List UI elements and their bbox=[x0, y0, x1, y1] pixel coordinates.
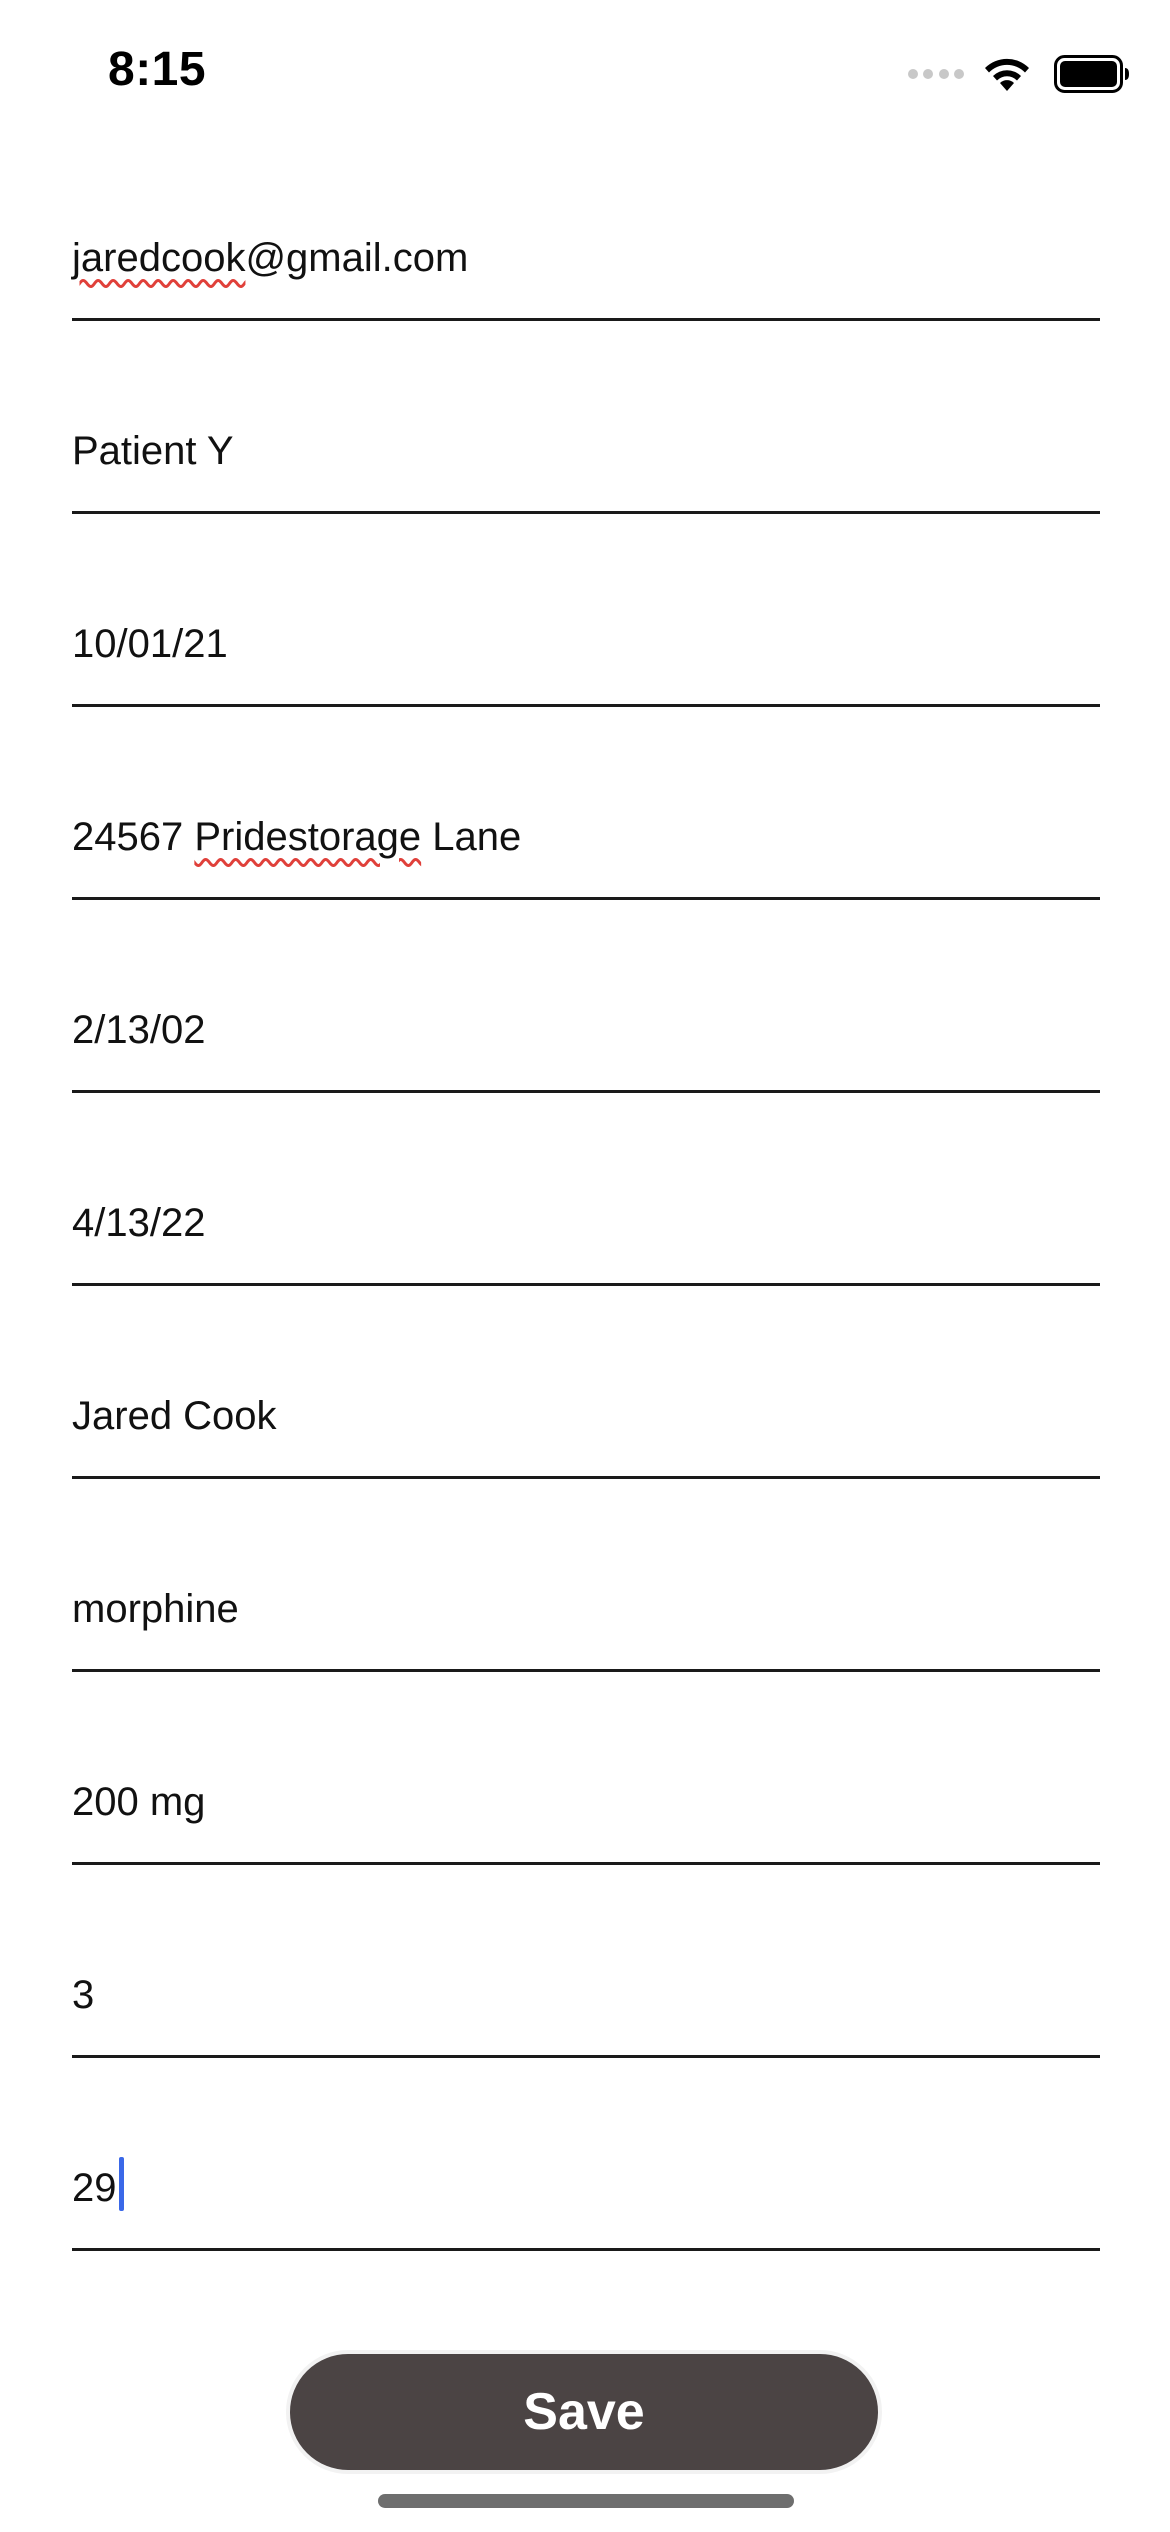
email-rest-part: @gmail.com bbox=[245, 236, 469, 280]
battery-icon bbox=[1054, 55, 1130, 93]
address-misspelled-part: Pridestorage bbox=[194, 815, 422, 859]
date-field-1[interactable]: 10/01/21 bbox=[72, 604, 1100, 707]
number-field-value: 29 bbox=[72, 2157, 124, 2212]
email-field[interactable]: jaredcook@gmail.com bbox=[72, 218, 1100, 321]
email-field-value: jaredcook@gmail.com bbox=[72, 234, 468, 282]
address-suffix-part: Lane bbox=[421, 815, 522, 859]
date-field-1-value: 10/01/21 bbox=[72, 622, 228, 666]
medication-field-value: morphine bbox=[72, 1587, 239, 1631]
home-indicator[interactable] bbox=[378, 2494, 794, 2508]
patient-field[interactable]: Patient Y bbox=[72, 411, 1100, 514]
wifi-icon bbox=[982, 55, 1032, 93]
count-field-value: 3 bbox=[72, 1973, 95, 2017]
number-field-text: 29 bbox=[72, 2166, 117, 2210]
text-cursor bbox=[118, 2157, 124, 2211]
date-field-2[interactable]: 2/13/02 bbox=[72, 990, 1100, 1093]
status-icons bbox=[908, 54, 1130, 94]
cellular-signal-icon bbox=[908, 66, 964, 82]
dosage-field[interactable]: 200 mg bbox=[72, 1762, 1100, 1865]
name-field-value: Jared Cook bbox=[72, 1394, 277, 1438]
address-field[interactable]: 24567 Pridestorage Lane bbox=[72, 797, 1100, 900]
save-button[interactable]: Save bbox=[286, 2350, 882, 2474]
address-number-part: 24567 bbox=[72, 815, 195, 859]
count-field[interactable]: 3 bbox=[72, 1955, 1100, 2058]
dosage-field-value: 200 mg bbox=[72, 1780, 206, 1824]
email-misspelled-part: jaredcook bbox=[72, 236, 246, 280]
date-field-3[interactable]: 4/13/22 bbox=[72, 1183, 1100, 1286]
number-field[interactable]: 29 bbox=[72, 2148, 1100, 2251]
patient-field-value: Patient Y bbox=[72, 429, 234, 473]
date-field-2-value: 2/13/02 bbox=[72, 1008, 206, 1052]
status-time: 8:15 bbox=[108, 43, 207, 96]
date-field-3-value: 4/13/22 bbox=[72, 1201, 206, 1245]
name-field[interactable]: Jared Cook bbox=[72, 1376, 1100, 1479]
medication-field[interactable]: morphine bbox=[72, 1569, 1100, 1672]
status-bar: 8:15 bbox=[0, 0, 1170, 150]
address-field-value: 24567 Pridestorage Lane bbox=[72, 813, 521, 861]
